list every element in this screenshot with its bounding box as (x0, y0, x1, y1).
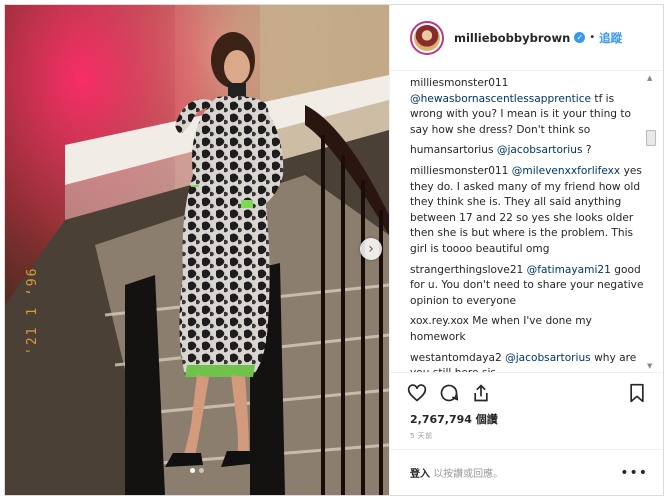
comment-author[interactable]: milliesmonster011 (410, 165, 508, 177)
comment-mention[interactable]: @jacobsartorius (505, 352, 591, 364)
post-side-panel: milliebobbybrown ✓ • 追蹤 milliesmonster01… (389, 5, 663, 495)
comments-list[interactable]: milliesmonster011 @hewasbornascentlessap… (390, 72, 663, 373)
comment-mention[interactable]: @milevenxxforlifexx (512, 165, 620, 177)
login-suffix: 以按讚或回應。 (433, 469, 504, 480)
comment-text: yes they do. I asked many of my friend h… (410, 164, 642, 255)
save-button[interactable] (626, 382, 648, 404)
comment-item: milliesmonster011 @hewasbornascentlessap… (410, 76, 648, 138)
comment-item: milliesmonster011 @milevenxxforlifexx ye… (410, 164, 648, 258)
comment-author[interactable]: humansartorius (410, 144, 494, 156)
comment-text: ? (582, 144, 592, 157)
comment-item: westantomdaya2 @jacobsartorius why are y… (410, 351, 648, 373)
chevron-right-icon: › (368, 241, 374, 257)
scrollbar-thumb[interactable] (646, 130, 656, 146)
carousel-dot (199, 468, 204, 473)
scroll-down-arrow[interactable]: ▼ (647, 362, 652, 370)
verified-icon: ✓ (574, 32, 586, 43)
header-separator: • (589, 32, 596, 43)
post-frame: '21 1 ‘96 › milliebobbybrown ✓ • 追蹤 mill… (4, 4, 664, 496)
comment-footer: 登入 以按讚或回應。 ••• (390, 449, 663, 495)
heart-icon (407, 383, 427, 402)
comment-item: strangerthingslove21 @fatimayami21 good … (410, 263, 648, 310)
post-time[interactable]: 5 天前 (410, 431, 433, 441)
like-button[interactable] (406, 382, 428, 404)
share-icon (474, 383, 488, 401)
likes-label: 個讚 (475, 413, 498, 426)
follow-button[interactable]: 追蹤 (599, 30, 622, 46)
scroll-up-arrow[interactable]: ▲ (647, 74, 652, 82)
photo-date-stamp: '21 1 ‘96 (25, 266, 40, 355)
more-icon[interactable]: ••• (620, 465, 648, 481)
carousel-next-button[interactable]: › (360, 238, 382, 260)
likes-count[interactable]: 2,767,794 個讚 (410, 411, 498, 427)
comment-author[interactable]: xox.rey.xox (410, 315, 469, 327)
login-prompt: 登入 以按讚或回應。 (410, 465, 503, 480)
post-header: milliebobbybrown ✓ • 追蹤 (390, 5, 663, 71)
post-photo[interactable]: '21 1 ‘96 › (5, 5, 389, 495)
comment-author[interactable]: strangerthingslove21 (410, 264, 523, 276)
username[interactable]: milliebobbybrown (454, 31, 570, 45)
comments-scrollbar[interactable]: ▲ ▼ (645, 72, 657, 372)
comment-author[interactable]: westantomdaya2 (410, 352, 502, 364)
likes-number: 2,767,794 (410, 413, 472, 426)
comment-mention[interactable]: @fatimayami21 (527, 264, 611, 276)
avatar-image (414, 24, 440, 51)
comment-item: xox.rey.xox Me when I've done my homewor… (410, 314, 648, 345)
comment-icon (440, 384, 459, 401)
share-button[interactable] (470, 382, 492, 404)
bookmark-icon (630, 383, 644, 402)
comment-button[interactable] (438, 382, 460, 404)
post-actions (390, 372, 663, 412)
photo-illustration (5, 5, 389, 495)
carousel-dots (190, 468, 204, 473)
carousel-dot (190, 468, 195, 473)
comment-item: humansartorius @jacobsartorius ? (410, 143, 648, 159)
comment-mention[interactable]: @hewasbornascentlessapprentice (410, 93, 591, 105)
avatar[interactable] (410, 20, 444, 55)
comment-author[interactable]: milliesmonster011 (410, 77, 508, 89)
comment-mention[interactable]: @jacobsartorius (497, 144, 583, 156)
login-link[interactable]: 登入 (410, 469, 430, 480)
